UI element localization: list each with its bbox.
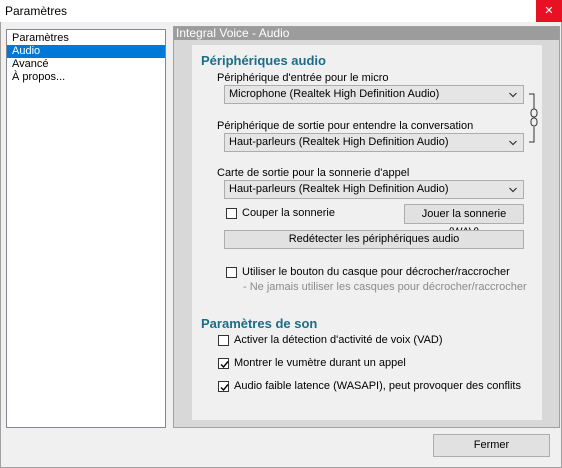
headset-button-checkbox[interactable] — [226, 267, 237, 278]
play-ring-button[interactable]: Jouer la sonnerie (WAV) — [404, 204, 524, 238]
mute-ring-label: Couper la sonnerie — [242, 207, 335, 219]
ring-device-value: Haut-parleurs (Realtek High Definition A… — [229, 183, 449, 195]
settings-nav-list[interactable]: Paramètres Audio Avancé À propos... — [6, 29, 166, 428]
vumeter-label: Montrer le vumètre durant un appel — [234, 357, 406, 369]
wasapi-checkbox[interactable] — [218, 381, 229, 392]
output-device-value: Haut-parleurs (Realtek High Definition A… — [229, 136, 449, 148]
nav-item-audio[interactable]: Audio — [7, 45, 165, 58]
chevron-down-icon — [509, 92, 517, 98]
input-device-value: Microphone (Realtek High Definition Audi… — [229, 88, 440, 100]
wasapi-label: Audio faible latence (WASAPI), peut prov… — [234, 380, 521, 392]
window-close-button[interactable]: ✕ — [536, 0, 562, 22]
output-device-label: Périphérique de sortie pour entendre la … — [217, 120, 474, 132]
title-bar: Paramètres ✕ — [0, 0, 562, 22]
checkmark-icon — [220, 384, 229, 392]
section-title-audio-devices: Périphériques audio — [201, 53, 326, 68]
input-device-label: Périphérique d'entrée pour le micro — [217, 72, 389, 84]
nav-item-a-propos[interactable]: À propos... — [7, 71, 165, 84]
headset-note: - Ne jamais utiliser les casques pour dé… — [243, 281, 527, 293]
nav-item-avance[interactable]: Avancé — [7, 58, 165, 71]
checkmark-icon — [220, 361, 229, 369]
input-device-select[interactable]: Microphone (Realtek High Definition Audi… — [224, 85, 524, 104]
output-device-select[interactable]: Haut-parleurs (Realtek High Definition A… — [224, 133, 524, 152]
chevron-down-icon — [509, 187, 517, 193]
close-icon: ✕ — [544, 5, 554, 17]
panel-content: Périphériques audio Périphérique d'entré… — [192, 45, 542, 420]
settings-panel: Integral Voice - Audio Périphériques aud… — [173, 26, 560, 428]
ring-device-select[interactable]: Haut-parleurs (Realtek High Definition A… — [224, 180, 524, 199]
chevron-down-icon — [509, 140, 517, 146]
section-title-sound-settings: Paramètres de son — [201, 316, 318, 331]
close-button[interactable]: Fermer — [433, 434, 550, 457]
window-title: Paramètres — [5, 4, 68, 18]
chain-link-icon[interactable] — [528, 93, 542, 143]
mute-ring-checkbox[interactable] — [226, 208, 237, 219]
redetect-devices-button[interactable]: Redétecter les périphériques audio — [224, 230, 524, 249]
nav-item-parametres[interactable]: Paramètres — [7, 32, 165, 45]
headset-button-label: Utiliser le bouton du casque pour décroc… — [242, 266, 510, 278]
vad-label: Activer la détection d'activité de voix … — [234, 334, 443, 346]
vumeter-checkbox[interactable] — [218, 358, 229, 369]
panel-header: Integral Voice - Audio — [174, 27, 559, 40]
ring-device-label: Carte de sortie pour la sonnerie d'appel — [217, 167, 410, 179]
vad-checkbox[interactable] — [218, 335, 229, 346]
